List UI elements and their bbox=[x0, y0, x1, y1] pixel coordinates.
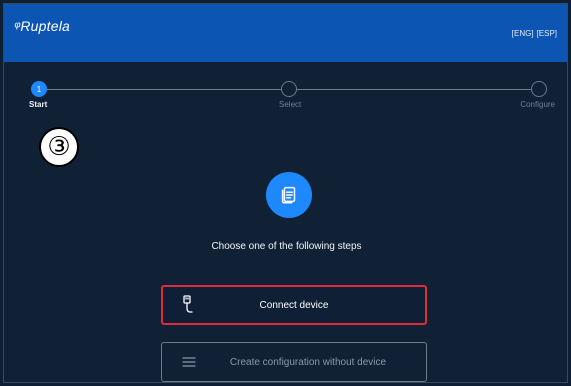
connect-device-label: Connect device bbox=[259, 299, 329, 311]
usb-cable-icon bbox=[181, 295, 193, 315]
language-switcher: [ENG] [ESP] bbox=[512, 29, 557, 38]
create-configuration-label: Create configuration without device bbox=[229, 356, 387, 368]
wizard-stepper: 1 Start Select Configure bbox=[29, 81, 555, 121]
hamburger-lines-icon bbox=[182, 356, 196, 368]
app-window: ᵠRuptela [ENG] [ESP] 1 Start Select Conf… bbox=[3, 3, 568, 383]
lang-eng-link[interactable]: [ENG] bbox=[512, 29, 534, 38]
document-stack-icon bbox=[266, 172, 312, 218]
step-start-label: Start bbox=[29, 100, 48, 109]
step-start-indicator: 1 bbox=[31, 81, 47, 97]
step-select-indicator bbox=[281, 81, 297, 97]
annotation-number: ③ bbox=[47, 132, 71, 162]
create-configuration-button[interactable]: Create configuration without device bbox=[161, 342, 427, 382]
connect-device-button[interactable]: Connect device bbox=[161, 285, 427, 325]
step-configure-indicator bbox=[531, 81, 547, 97]
step-configure-label: Configure bbox=[520, 100, 555, 109]
lang-esp-link[interactable]: [ESP] bbox=[537, 29, 557, 38]
ruptela-logo: ᵠRuptela bbox=[14, 18, 70, 34]
choose-steps-prompt: Choose one of the following steps bbox=[211, 241, 362, 252]
step-select-label: Select bbox=[279, 100, 302, 109]
step-number-annotation: ③ bbox=[39, 127, 79, 167]
top-bar: ᵠRuptela [ENG] [ESP] bbox=[4, 4, 567, 62]
step-start-number: 1 bbox=[36, 84, 42, 94]
